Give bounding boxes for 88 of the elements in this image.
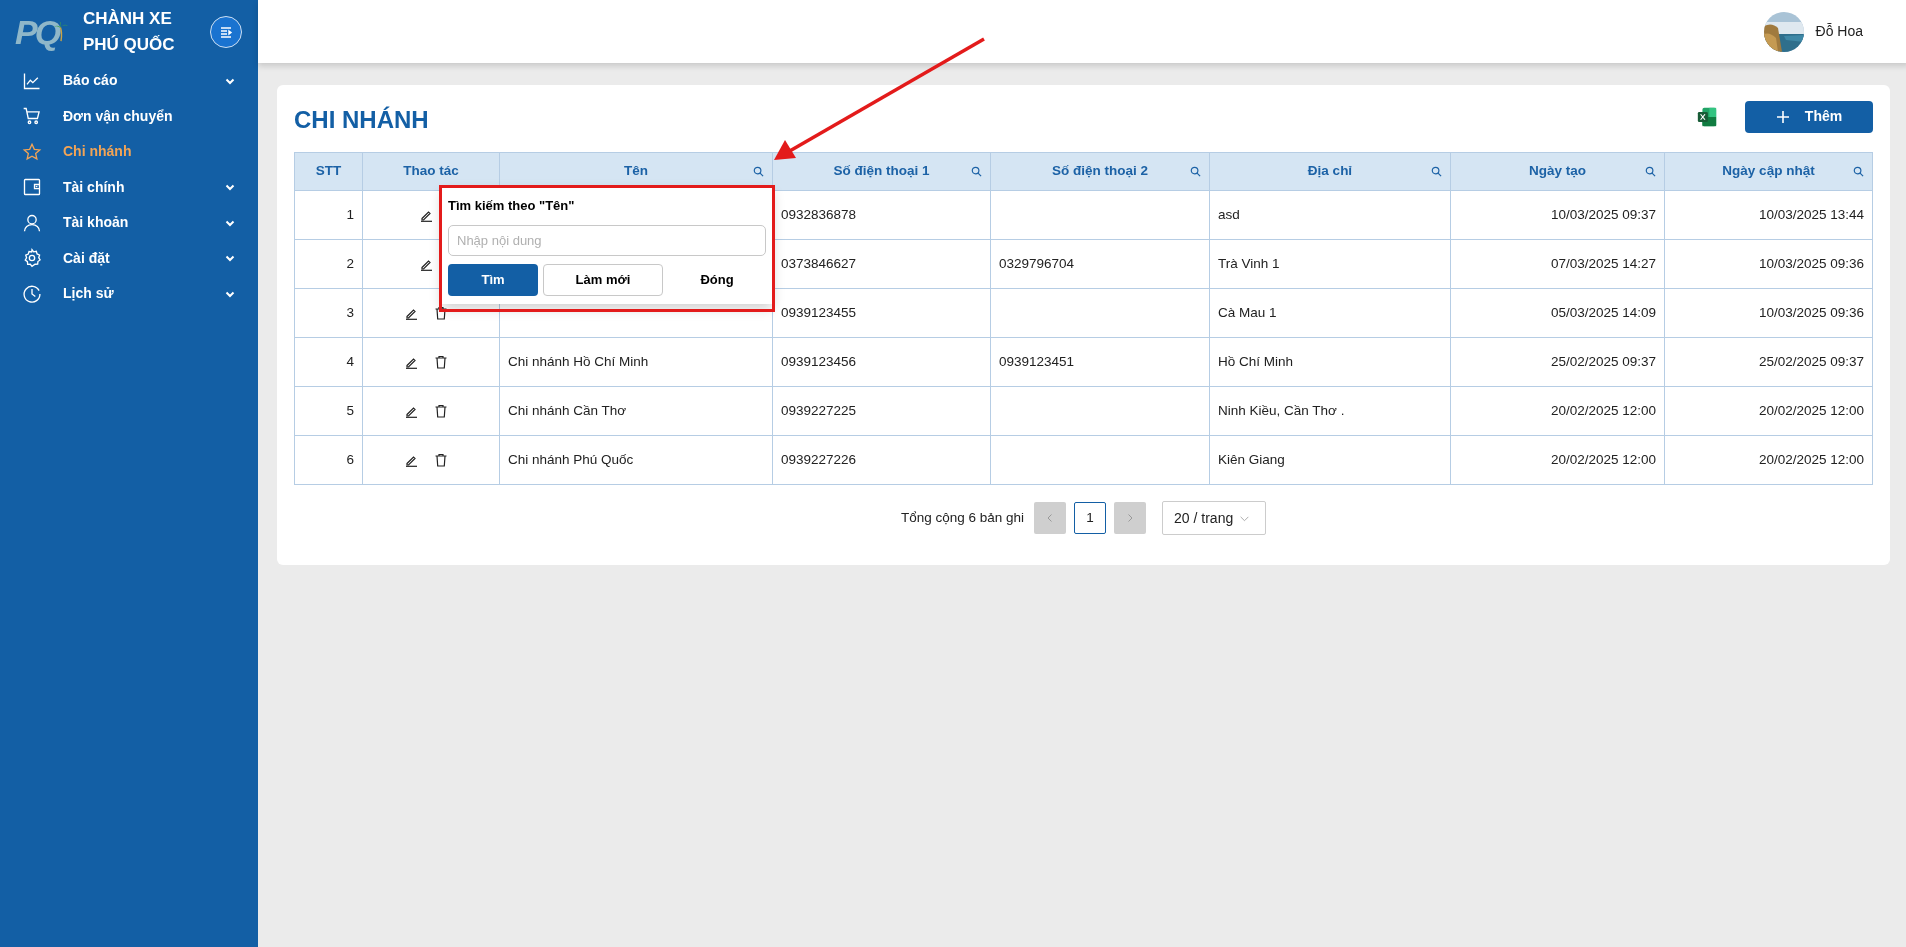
popup-title: Tìm kiếm theo "Tên" — [448, 197, 576, 215]
table-cell: Ninh Kiều, Cần Thơ . — [1218, 402, 1345, 418]
table-cell: 3 — [346, 304, 354, 320]
edit-icon[interactable] — [404, 404, 418, 418]
table-cell: 0932836878 — [781, 206, 857, 222]
page-button[interactable]: 1 — [1074, 502, 1107, 534]
delete-icon[interactable] — [434, 355, 448, 369]
table-cell: 1 — [346, 206, 354, 222]
edit-icon[interactable] — [404, 355, 418, 369]
table-cell: Chi nhánh Hồ Chí Minh — [508, 353, 649, 369]
column-header[interactable]: Địa chỉ — [1209, 152, 1451, 191]
sidebar-item[interactable]: Lịch sử — [0, 276, 258, 312]
table-cell: 10/03/2025 13:44 — [1758, 206, 1864, 222]
sidebar-toggle-button[interactable] — [210, 15, 242, 48]
table-cell: 25/02/2025 09:37 — [1758, 353, 1864, 369]
settings-icon — [22, 248, 42, 269]
delete-icon[interactable] — [434, 453, 448, 467]
plus-icon — [1775, 109, 1790, 124]
table-cell: 4 — [346, 353, 354, 369]
table-cell: 20/02/2025 12:00 — [1758, 451, 1864, 467]
table-cell: 25/02/2025 09:37 — [1550, 353, 1656, 369]
table-cell: 0329796704 — [999, 255, 1075, 271]
table-cell: 5 — [346, 402, 354, 418]
delete-icon[interactable] — [434, 306, 448, 320]
column-header[interactable]: Số điện thoại 2 — [990, 152, 1210, 191]
search-icon[interactable] — [1645, 166, 1656, 177]
column-header[interactable]: Số điện thoại 1 — [772, 152, 991, 191]
edit-icon[interactable] — [419, 257, 433, 271]
clock-icon — [22, 283, 42, 304]
add-button[interactable]: Thêm — [1745, 100, 1873, 133]
edit-icon[interactable] — [419, 208, 433, 222]
table-cell: 20/02/2025 12:00 — [1550, 451, 1656, 467]
table-cell: asd — [1218, 206, 1240, 222]
table-cell: 10/03/2025 09:36 — [1758, 255, 1864, 271]
table-cell: 0939227226 — [781, 451, 857, 467]
edit-icon[interactable] — [404, 306, 418, 320]
table-cell: Chi nhánh Phú Quốc — [508, 451, 634, 467]
search-button[interactable]: Tìm — [448, 263, 538, 296]
user-name[interactable]: Đỗ Hoa — [1815, 21, 1863, 42]
table-cell: 10/03/2025 09:36 — [1758, 304, 1864, 320]
close-button[interactable]: Đóng — [668, 263, 766, 296]
reset-button[interactable]: Làm mới — [543, 263, 663, 296]
column-header: STT — [294, 152, 363, 191]
table-cell: 2 — [346, 255, 354, 271]
table-cell: 0373846627 — [781, 255, 857, 271]
logo: PQ — [15, 6, 69, 57]
search-icon[interactable] — [971, 166, 982, 177]
cart-icon — [22, 106, 42, 127]
search-icon[interactable] — [1853, 166, 1864, 177]
table-cell: 10/03/2025 09:37 — [1550, 206, 1656, 222]
table-cell: 6 — [346, 451, 354, 467]
column-header: Thao tác — [362, 152, 500, 191]
table-cell: 0939123451 — [999, 353, 1075, 369]
page-title: CHI NHÁNH — [294, 104, 430, 135]
wallet-icon — [22, 177, 42, 198]
search-icon[interactable] — [1431, 166, 1442, 177]
table-cell: Cà Mau 1 — [1218, 304, 1277, 320]
user-icon — [22, 212, 42, 233]
search-icon[interactable] — [1190, 166, 1201, 177]
delete-icon[interactable] — [434, 404, 448, 418]
table-cell: 07/03/2025 14:27 — [1550, 255, 1656, 271]
excel-export-icon[interactable] — [1696, 105, 1718, 128]
search-icon[interactable] — [753, 166, 764, 177]
table-cell: Hồ Chí Minh — [1218, 353, 1294, 369]
brand-name: PHÚ QUỐC — [83, 33, 175, 56]
table-cell: 0939123456 — [781, 353, 857, 369]
column-header[interactable]: Ngày tạo — [1450, 152, 1665, 191]
table-cell: Trà Vinh 1 — [1218, 255, 1280, 271]
star-icon — [22, 141, 42, 162]
table-cell: 0939123455 — [781, 304, 857, 320]
table-cell: 0939227225 — [781, 402, 857, 418]
table-cell: 05/03/2025 14:09 — [1550, 304, 1656, 320]
sidebar-item[interactable]: Đơn vận chuyển — [0, 98, 258, 134]
edit-icon[interactable] — [404, 453, 418, 467]
table-cell: Chi nhánh Cần Thơ — [508, 402, 627, 418]
record-count: Tổng cộng 6 bản ghi — [900, 508, 1025, 527]
table-cell: Kiên Giang — [1218, 451, 1285, 467]
sidebar-item[interactable]: Báo cáo — [0, 63, 258, 99]
sidebar-item[interactable]: Cài đặt — [0, 240, 258, 276]
column-header[interactable]: Ngày cập nhật — [1664, 152, 1873, 191]
sidebar-item[interactable]: Tài chính — [0, 169, 258, 205]
page-size-select[interactable]: 20 / trang — [1162, 501, 1267, 535]
search-input[interactable]: Nhập nội dung — [448, 224, 766, 256]
table-cell: 20/02/2025 12:00 — [1550, 402, 1656, 418]
brand-name: CHÀNH XE — [83, 7, 173, 30]
table-cell: 20/02/2025 12:00 — [1758, 402, 1864, 418]
menu-icon — [219, 24, 233, 39]
sidebar-item[interactable]: Tài khoản — [0, 205, 258, 241]
